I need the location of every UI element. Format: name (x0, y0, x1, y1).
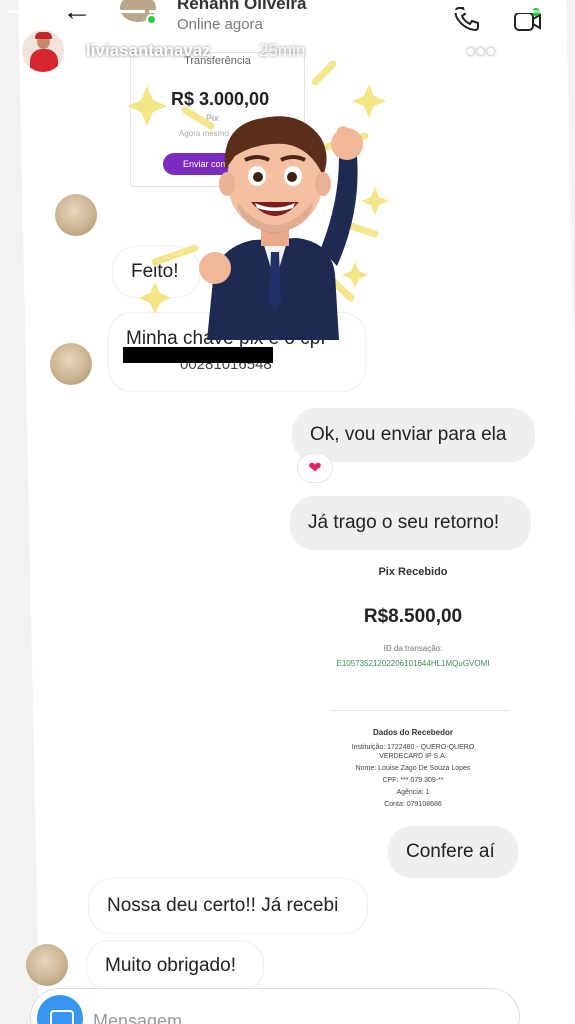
message-input[interactable]: Mensagem... (93, 1011, 197, 1024)
message-text: Confere aí (406, 841, 495, 862)
more-options-icon[interactable]: ••• (466, 36, 496, 67)
story-screen: ← Renann Oliveira Online agora liviasant… (0, 0, 575, 1024)
receipt-time: Agora mesmo (179, 129, 229, 138)
pix-dest-line: Nome: Louise Zago De Souza Lopes (355, 765, 471, 772)
story-progress-segment (78, 10, 145, 13)
receipt-sub: Pix (206, 113, 219, 123)
story-progress-segment (430, 10, 497, 13)
story-progress-segment (289, 10, 356, 13)
story-progress (8, 10, 567, 14)
message-bubble-outgoing[interactable]: Confere aí (388, 826, 518, 878)
message-bubble-incoming[interactable]: Muito obrigado! (86, 940, 264, 992)
close-icon[interactable] (524, 36, 558, 70)
divider (330, 710, 510, 711)
pix-id-value: E10573521202206101644HL1MQuGVOMI (336, 659, 490, 668)
pix-receipt-image[interactable]: Pix Recebido R$8.500,00 ID da transação:… (300, 560, 526, 820)
message-bubble-outgoing[interactable]: Ok, vou enviar para ela (292, 408, 535, 462)
sender-avatar[interactable] (26, 944, 68, 986)
send-proof-button[interactable]: Enviar comprovante (163, 153, 283, 175)
story-header: liviasantanavaz 25min ••• (0, 24, 575, 80)
pix-amount: R$8.500,00 (363, 606, 463, 627)
message-text: Nossa deu certo!! Já recebi (107, 895, 339, 916)
story-progress-segment (219, 10, 286, 13)
message-text: Ok, vou enviar para ela (310, 424, 507, 445)
message-composer[interactable]: Mensagem... (30, 988, 520, 1024)
sender-avatar[interactable] (50, 343, 92, 385)
heart-reaction-icon[interactable]: ❤ (297, 453, 333, 483)
story-username[interactable]: liviasantanavaz (86, 41, 211, 61)
message-bubble-outgoing[interactable]: Já trago o seu retorno! (290, 496, 531, 550)
message-bubble-incoming[interactable]: Feito! (112, 246, 200, 298)
story-user-avatar[interactable] (20, 28, 66, 74)
message-text: Feito! (131, 261, 179, 282)
sender-avatar[interactable] (55, 194, 97, 236)
story-progress-segment (8, 10, 75, 13)
pix-id-label: ID da transação: (383, 644, 443, 653)
pix-title: Pix Recebido (378, 566, 448, 578)
message-text: Muito obrigado! (105, 955, 236, 976)
story-progress-segment (500, 10, 567, 13)
receipt-amount: R$ 3.000,00 (171, 89, 270, 109)
story-timestamp: 25min (259, 41, 306, 60)
redaction-bar (123, 347, 273, 363)
pix-dest-line: CPF: ***.079.309-** (382, 777, 444, 784)
pix-dest-line: Agência: 1 (396, 789, 430, 796)
story-progress-segment (359, 10, 427, 13)
message-bubble-incoming[interactable]: Nossa deu certo!! Já recebi (88, 878, 368, 934)
pix-dest-line: VERDECARD IP S.A. (379, 753, 447, 760)
message-text: Já trago o seu retorno! (308, 512, 500, 533)
pix-dest-line: Instituição: 1722480 - QUERO-QUERO (351, 744, 475, 751)
pix-dest-title: Dados do Recebedor (372, 728, 453, 737)
camera-icon[interactable] (37, 995, 83, 1024)
pix-dest-line: Conta: 079108686 (384, 801, 442, 808)
story-progress-segment (148, 10, 216, 13)
